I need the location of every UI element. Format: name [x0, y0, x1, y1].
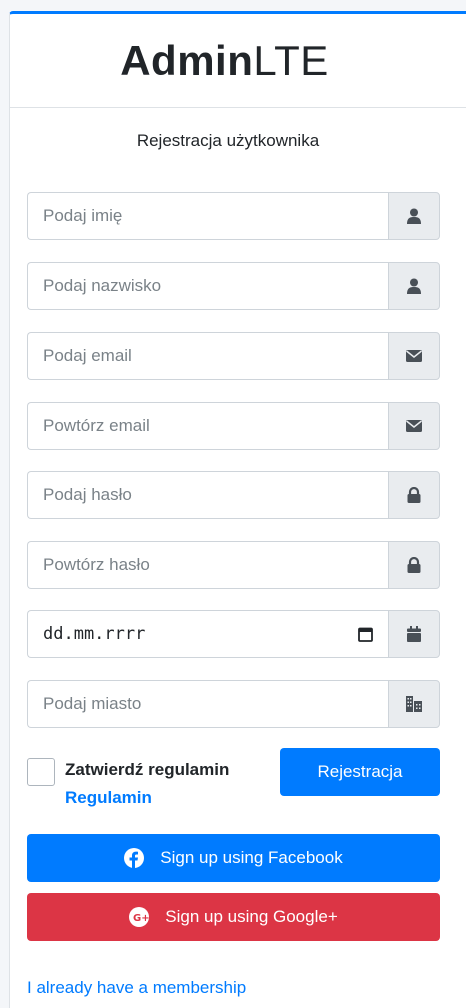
logo-light: LTE [253, 36, 329, 84]
email-group [27, 332, 440, 380]
first-name-addon [388, 192, 440, 240]
password-addon [388, 471, 440, 519]
google-signup-label: Sign up using Google+ [165, 907, 338, 926]
password-group [27, 471, 440, 519]
terms-checkbox[interactable] [27, 758, 55, 786]
repeat-email-input[interactable] [27, 402, 388, 450]
email-addon [388, 332, 440, 380]
facebook-icon [124, 848, 145, 868]
repeat-password-addon [388, 541, 440, 589]
last-name-input[interactable] [27, 262, 388, 310]
city-icon [406, 696, 422, 712]
card-header: AdminLTE [10, 14, 466, 108]
form-title: Rejestracja użytkownika [136, 131, 320, 150]
lock-icon [407, 487, 421, 503]
repeat-password-group [27, 541, 440, 589]
facebook-signup-label: Sign up using Facebook [160, 848, 343, 867]
logo-link[interactable]: AdminLTE [120, 37, 329, 85]
google-signup-button[interactable]: G+ Sign up using Google+ [27, 893, 440, 941]
first-name-group [27, 192, 440, 240]
city-addon [388, 680, 440, 728]
city-input[interactable] [27, 680, 388, 728]
birthdate-input[interactable]: dd.mm.rrrr [27, 610, 388, 658]
user-icon [407, 278, 421, 294]
first-name-input[interactable] [27, 192, 388, 240]
birthdate-group: dd.mm.rrrr [27, 610, 440, 658]
date-picker-icon[interactable] [358, 626, 373, 642]
page: AdminLTE Rejestracja użytkownika Podaj i… [0, 0, 466, 1008]
register-button[interactable]: Rejestracja [280, 748, 440, 796]
repeat-email-group [27, 402, 440, 450]
password-input[interactable] [27, 471, 388, 519]
lock-icon [407, 557, 421, 573]
email-input[interactable] [27, 332, 388, 380]
user-icon [407, 208, 421, 224]
membership-link[interactable]: I already have a membership [27, 978, 246, 998]
terms-link[interactable]: Regulamin [65, 788, 152, 808]
svg-text:G+: G+ [133, 913, 149, 924]
google-plus-icon: G+ [129, 907, 150, 927]
terms-label: Zatwierdź regulamin [65, 760, 230, 779]
calendar-icon [407, 626, 421, 642]
birthdate-addon [388, 610, 440, 658]
repeat-email-addon [388, 402, 440, 450]
last-name-addon [388, 262, 440, 310]
last-name-group [27, 262, 440, 310]
facebook-signup-button[interactable]: Sign up using Facebook [27, 834, 440, 882]
envelope-icon [406, 420, 422, 432]
date-placeholder: dd.mm.rrrr [43, 624, 146, 644]
logo-bold: Admin [120, 36, 254, 84]
repeat-password-input[interactable] [27, 541, 388, 589]
envelope-icon [406, 350, 422, 362]
city-group [27, 680, 440, 728]
